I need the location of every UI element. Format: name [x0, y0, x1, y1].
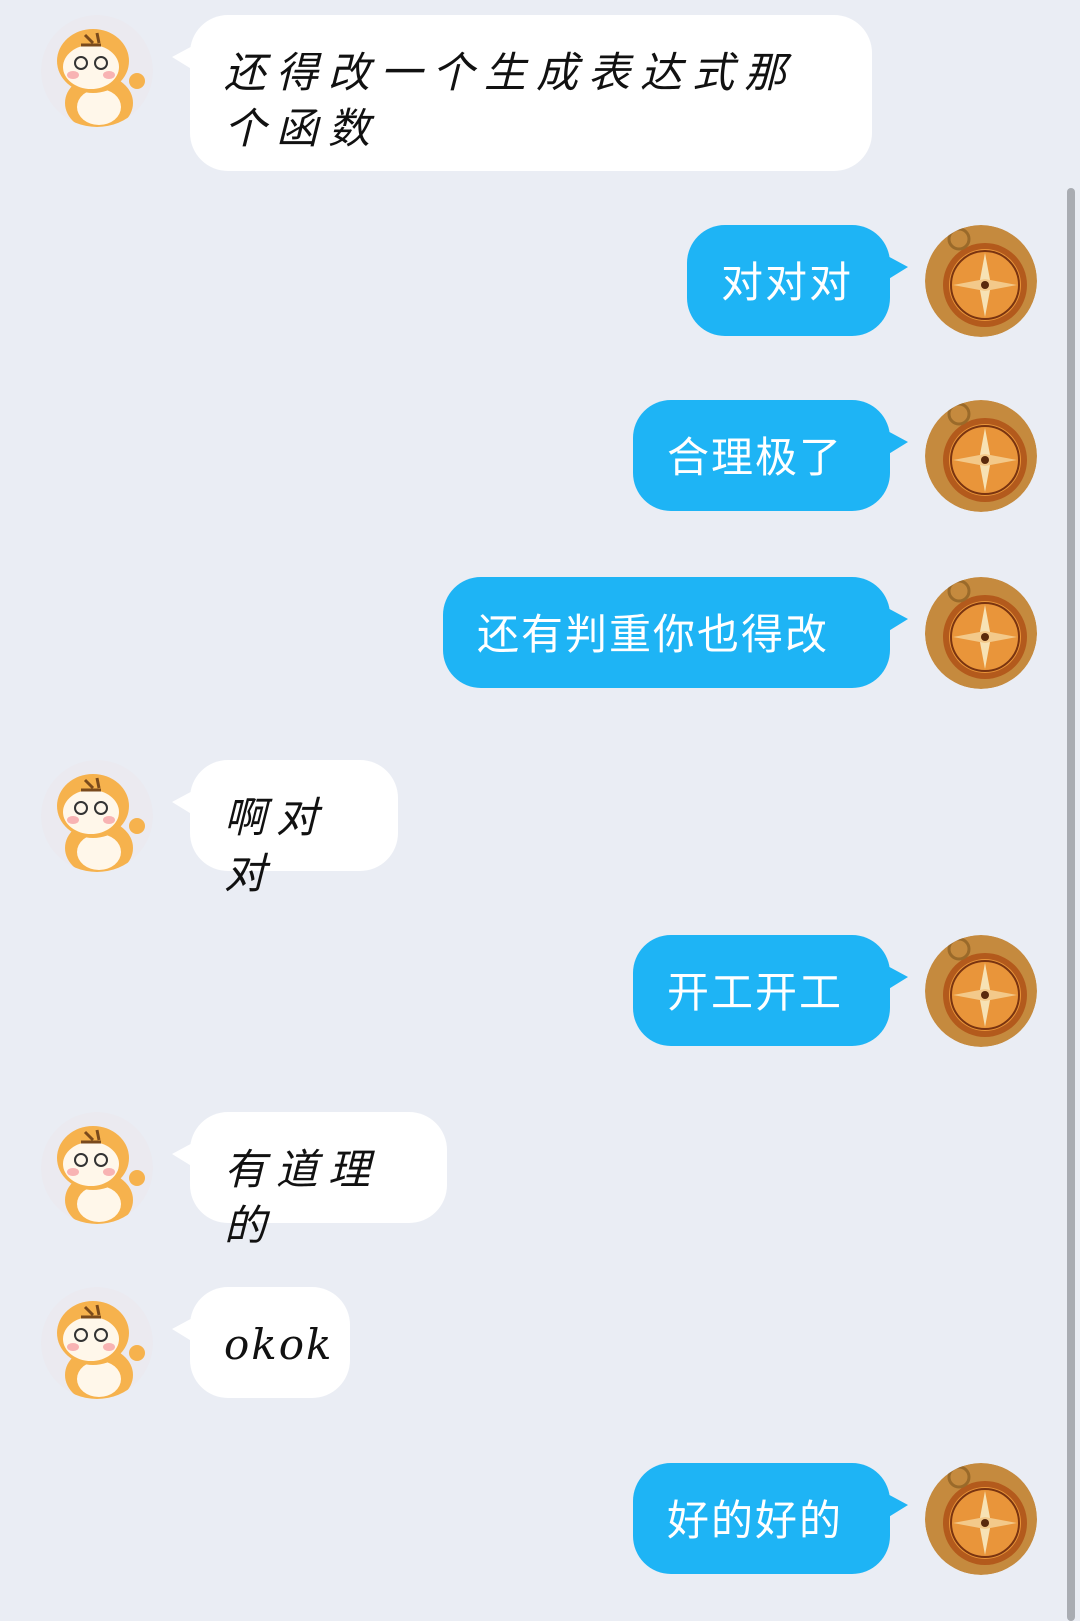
incoming-message-bubble[interactable]: okok — [172, 1287, 350, 1398]
incoming-message-bubble[interactable]: 还得改一个生成表达式那个函数 — [172, 15, 872, 171]
outgoing-message-bubble[interactable]: 合理极了 — [633, 400, 908, 511]
incoming-message-bubble[interactable]: 啊对对 — [172, 760, 398, 898]
message-text: 合理极了 — [667, 433, 844, 482]
bubble-tail — [172, 1315, 198, 1345]
outgoing-message-bubble[interactable]: 好的好的 — [633, 1463, 908, 1574]
compass-avatar-icon[interactable] — [925, 400, 1037, 512]
message-row: 开工开工 — [0, 935, 1060, 1050]
message-text: 啊对对 — [224, 793, 329, 898]
tiger-avatar-icon[interactable] — [41, 15, 153, 127]
message-row: 合理极了 — [0, 400, 1060, 515]
message-text: 好的好的 — [667, 1496, 844, 1545]
scrollbar-thumb[interactable] — [1067, 188, 1075, 1621]
tiger-avatar-icon[interactable] — [41, 1112, 153, 1224]
bubble-tail — [172, 43, 198, 73]
message-row: 有道理的 — [0, 1112, 1060, 1250]
message-text: 有道理的 — [224, 1145, 381, 1250]
bubble-tail — [882, 1491, 908, 1521]
compass-avatar-icon[interactable] — [925, 577, 1037, 689]
message-text: 还得改一个生成表达式那个函数 — [224, 48, 797, 153]
tiger-avatar-icon[interactable] — [41, 1287, 153, 1399]
message-row: okok — [0, 1287, 1060, 1402]
bubble-tail — [882, 428, 908, 458]
message-row: 好的好的 — [0, 1463, 1060, 1578]
compass-avatar-icon[interactable] — [925, 1463, 1037, 1575]
message-row: 还有判重你也得改 — [0, 577, 1060, 692]
message-row: 对对对 — [0, 225, 1060, 340]
bubble-tail — [172, 1140, 198, 1170]
message-row: 还得改一个生成表达式那个函数 — [0, 15, 1060, 175]
incoming-message-bubble[interactable]: 有道理的 — [172, 1112, 447, 1250]
outgoing-message-bubble[interactable]: 开工开工 — [633, 935, 908, 1046]
bubble-tail — [882, 963, 908, 993]
outgoing-message-bubble[interactable]: 还有判重你也得改 — [443, 577, 908, 688]
message-row: 啊对对 — [0, 760, 1060, 898]
message-text: 开工开工 — [667, 968, 844, 1017]
chat-message-list[interactable]: 还得改一个生成表达式那个函数 对对对 合理极了 还有判重你也得改 啊对对 开工开… — [0, 0, 1080, 1621]
message-text: okok — [224, 1320, 334, 1369]
tiger-avatar-icon[interactable] — [41, 760, 153, 872]
message-text: 还有判重你也得改 — [477, 610, 830, 659]
compass-avatar-icon[interactable] — [925, 935, 1037, 1047]
outgoing-message-bubble[interactable]: 对对对 — [687, 225, 908, 336]
bubble-tail — [172, 788, 198, 818]
compass-avatar-icon[interactable] — [925, 225, 1037, 337]
message-text: 对对对 — [721, 258, 854, 307]
bubble-tail — [882, 605, 908, 635]
bubble-tail — [882, 253, 908, 283]
